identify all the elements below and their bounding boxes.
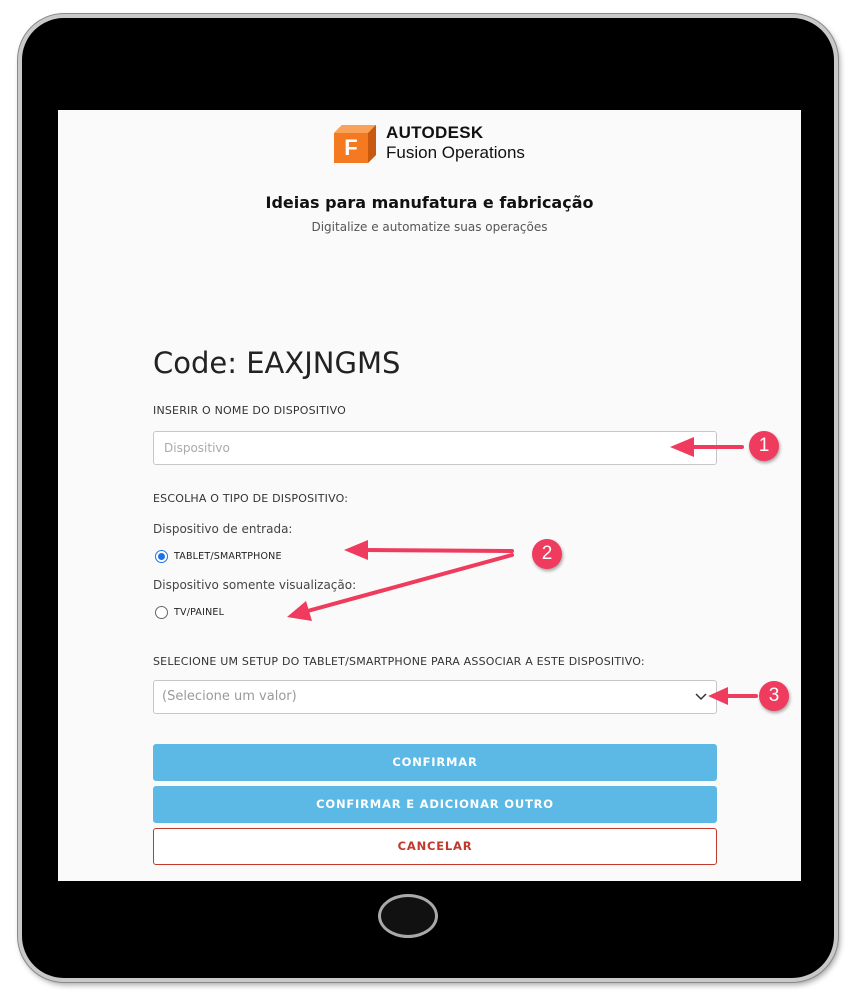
setup-select-value: (Selecione um valor) <box>162 689 297 704</box>
radio-tv-painel-label[interactable]: TV/PAINEL <box>174 607 224 618</box>
device-name-input[interactable] <box>153 431 717 465</box>
callout-1: 1 <box>749 431 779 461</box>
fusion-logo-icon: F <box>334 125 376 163</box>
device-type-label: ESCOLHA O TIPO DE DISPOSITIVO: <box>153 492 349 505</box>
confirm-add-another-button[interactable]: CONFIRMAR E ADICIONAR OUTRO <box>153 786 717 823</box>
logo-letter: F <box>344 135 357 160</box>
page-title: Ideias para manufatura e fabricação <box>265 193 594 212</box>
confirm-button[interactable]: CONFIRMAR <box>153 744 717 781</box>
cancel-button[interactable]: CANCELAR <box>153 828 717 865</box>
pairing-code: Code: EAXJNGMS <box>153 346 401 380</box>
app-screen: F AUTODESK Fusion Operations Ideias para… <box>58 110 801 881</box>
autodesk-fusion-logo: F AUTODESK Fusion Operations <box>334 123 544 165</box>
chevron-down-icon <box>695 693 707 701</box>
brand-name: AUTODESK <box>386 123 484 142</box>
device-name-label: INSERIR O NOME DO DISPOSITIVO <box>153 404 347 417</box>
home-button[interactable] <box>378 894 438 938</box>
callout-3: 3 <box>759 681 789 711</box>
page-subtitle: Digitalize e automatize suas operações <box>311 220 548 234</box>
radio-tv-painel[interactable] <box>155 606 168 619</box>
view-only-group-label: Dispositivo somente visualização: <box>153 578 357 592</box>
setup-select-label: SELECIONE UM SETUP DO TABLET/SMARTPHONE … <box>153 655 645 668</box>
setup-select[interactable]: (Selecione um valor) <box>153 680 717 714</box>
callout-2: 2 <box>532 539 562 569</box>
radio-tablet-smartphone[interactable] <box>155 550 168 563</box>
product-name: Fusion Operations <box>386 143 525 162</box>
radio-tablet-smartphone-label[interactable]: TABLET/SMARTPHONE <box>174 551 282 562</box>
input-device-group-label: Dispositivo de entrada: <box>153 522 293 536</box>
